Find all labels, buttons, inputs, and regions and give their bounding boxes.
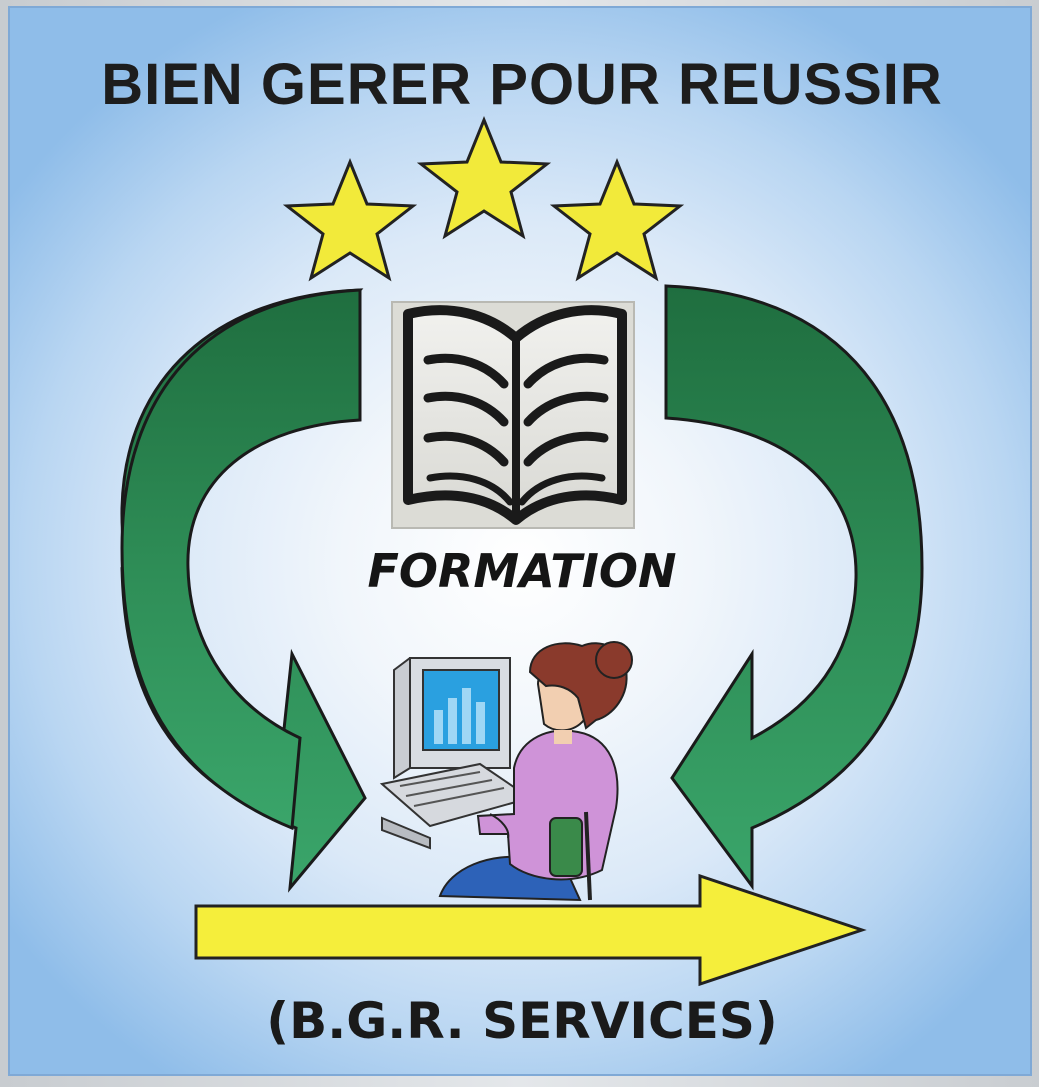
open-book-icon [391, 301, 635, 529]
logo-artwork [120, 116, 924, 987]
logo-panel: BIEN GERER POUR REUSSIR FORMATION (B.G.R… [8, 6, 1032, 1076]
headline: BIEN GERER POUR REUSSIR [101, 52, 943, 117]
caption: FORMATION [367, 544, 677, 598]
star-icon [282, 158, 418, 282]
photo-frame: BIEN GERER POUR REUSSIR FORMATION (B.G.R… [0, 0, 1039, 1087]
footer-label: (B.G.R. SERVICES) [266, 992, 778, 1050]
star-icon [549, 158, 685, 282]
star-icon [416, 116, 552, 240]
